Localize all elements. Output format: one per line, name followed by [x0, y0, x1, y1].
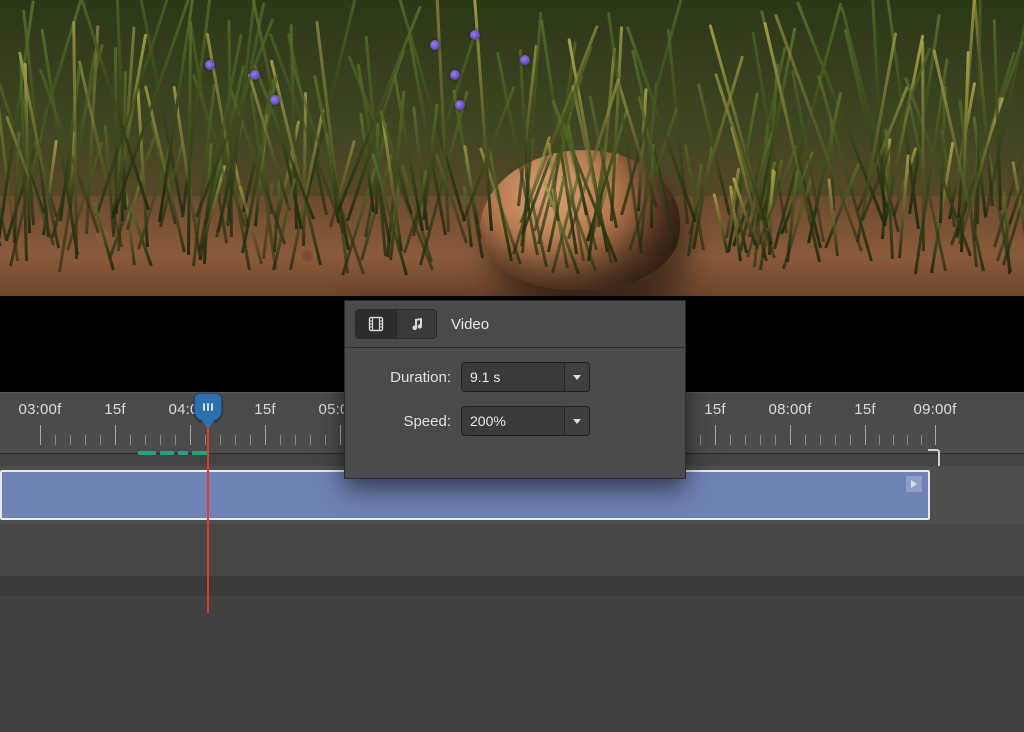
- inspector-tab-segment: [355, 309, 437, 339]
- speed-dropdown[interactable]: [564, 407, 589, 435]
- ruler-label: 15f: [854, 401, 875, 418]
- tab-audio[interactable]: [396, 310, 436, 338]
- ruler-label: 15f: [104, 401, 125, 418]
- playhead-line: [207, 419, 209, 613]
- chevron-down-icon: [573, 419, 581, 424]
- music-note-icon: [409, 316, 425, 332]
- speed-label: Speed:: [361, 413, 451, 430]
- tab-video[interactable]: [356, 310, 396, 338]
- speed-field[interactable]: [461, 406, 590, 436]
- inspector-tabs: Video: [345, 301, 685, 348]
- ruler-label: 09:00f: [914, 401, 957, 418]
- speed-input[interactable]: [462, 407, 564, 435]
- timeline-marker[interactable]: [138, 451, 156, 455]
- ruler-label: 03:00f: [19, 401, 62, 418]
- timeline-marker[interactable]: [160, 451, 174, 455]
- ruler-label: 15f: [704, 401, 725, 418]
- film-icon: [368, 316, 384, 332]
- inspector-tab-title: Video: [451, 316, 489, 333]
- duration-label: Duration:: [361, 369, 451, 386]
- track-gap: [0, 576, 1024, 596]
- clip-inspector-popover: Video Duration: Speed:: [344, 300, 686, 479]
- chevron-down-icon: [573, 375, 581, 380]
- duration-dropdown[interactable]: [564, 363, 589, 391]
- video-preview: [0, 0, 1024, 296]
- timeline-marker[interactable]: [178, 451, 188, 455]
- duration-input[interactable]: [462, 363, 564, 391]
- lower-tracks-area[interactable]: [0, 596, 1024, 732]
- duration-field[interactable]: [461, 362, 590, 392]
- playhead[interactable]: [194, 393, 222, 421]
- ruler-label: 08:00f: [769, 401, 812, 418]
- empty-track[interactable]: [0, 524, 1024, 576]
- clip-speed-icon: [906, 476, 922, 492]
- timeline-marker[interactable]: [192, 451, 208, 455]
- ruler-label: 15f: [254, 401, 275, 418]
